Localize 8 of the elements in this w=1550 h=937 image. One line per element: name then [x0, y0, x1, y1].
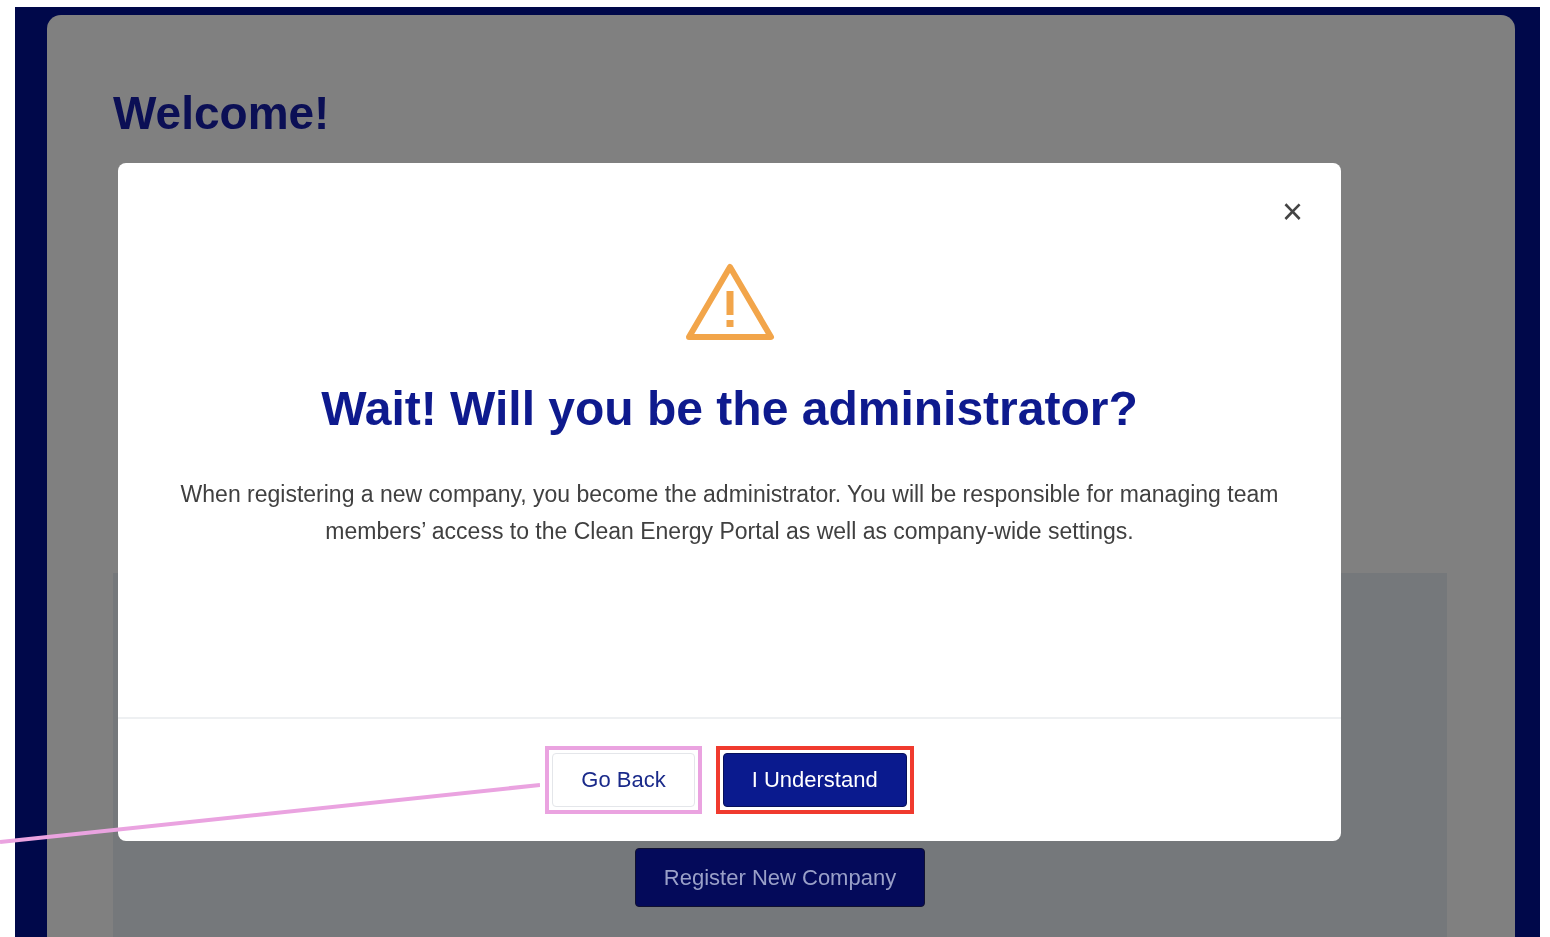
register-button[interactable]: Register New Company: [634, 848, 926, 907]
close-button[interactable]: ×: [1281, 197, 1303, 227]
page-heading: Welcome!: [113, 86, 331, 141]
back-button[interactable]: Go Back: [552, 753, 695, 807]
modal-title: Wait! Will you be the administrator?: [321, 381, 1138, 436]
confirm-button[interactable]: I Understand: [722, 753, 907, 807]
warning-icon: [684, 263, 775, 341]
modal-message: When registering a new company, you become the administrator. You will be responsible for managing team members’ access to the Clean Energy Portal as well as company-wide settings.: [179, 480, 1280, 546]
